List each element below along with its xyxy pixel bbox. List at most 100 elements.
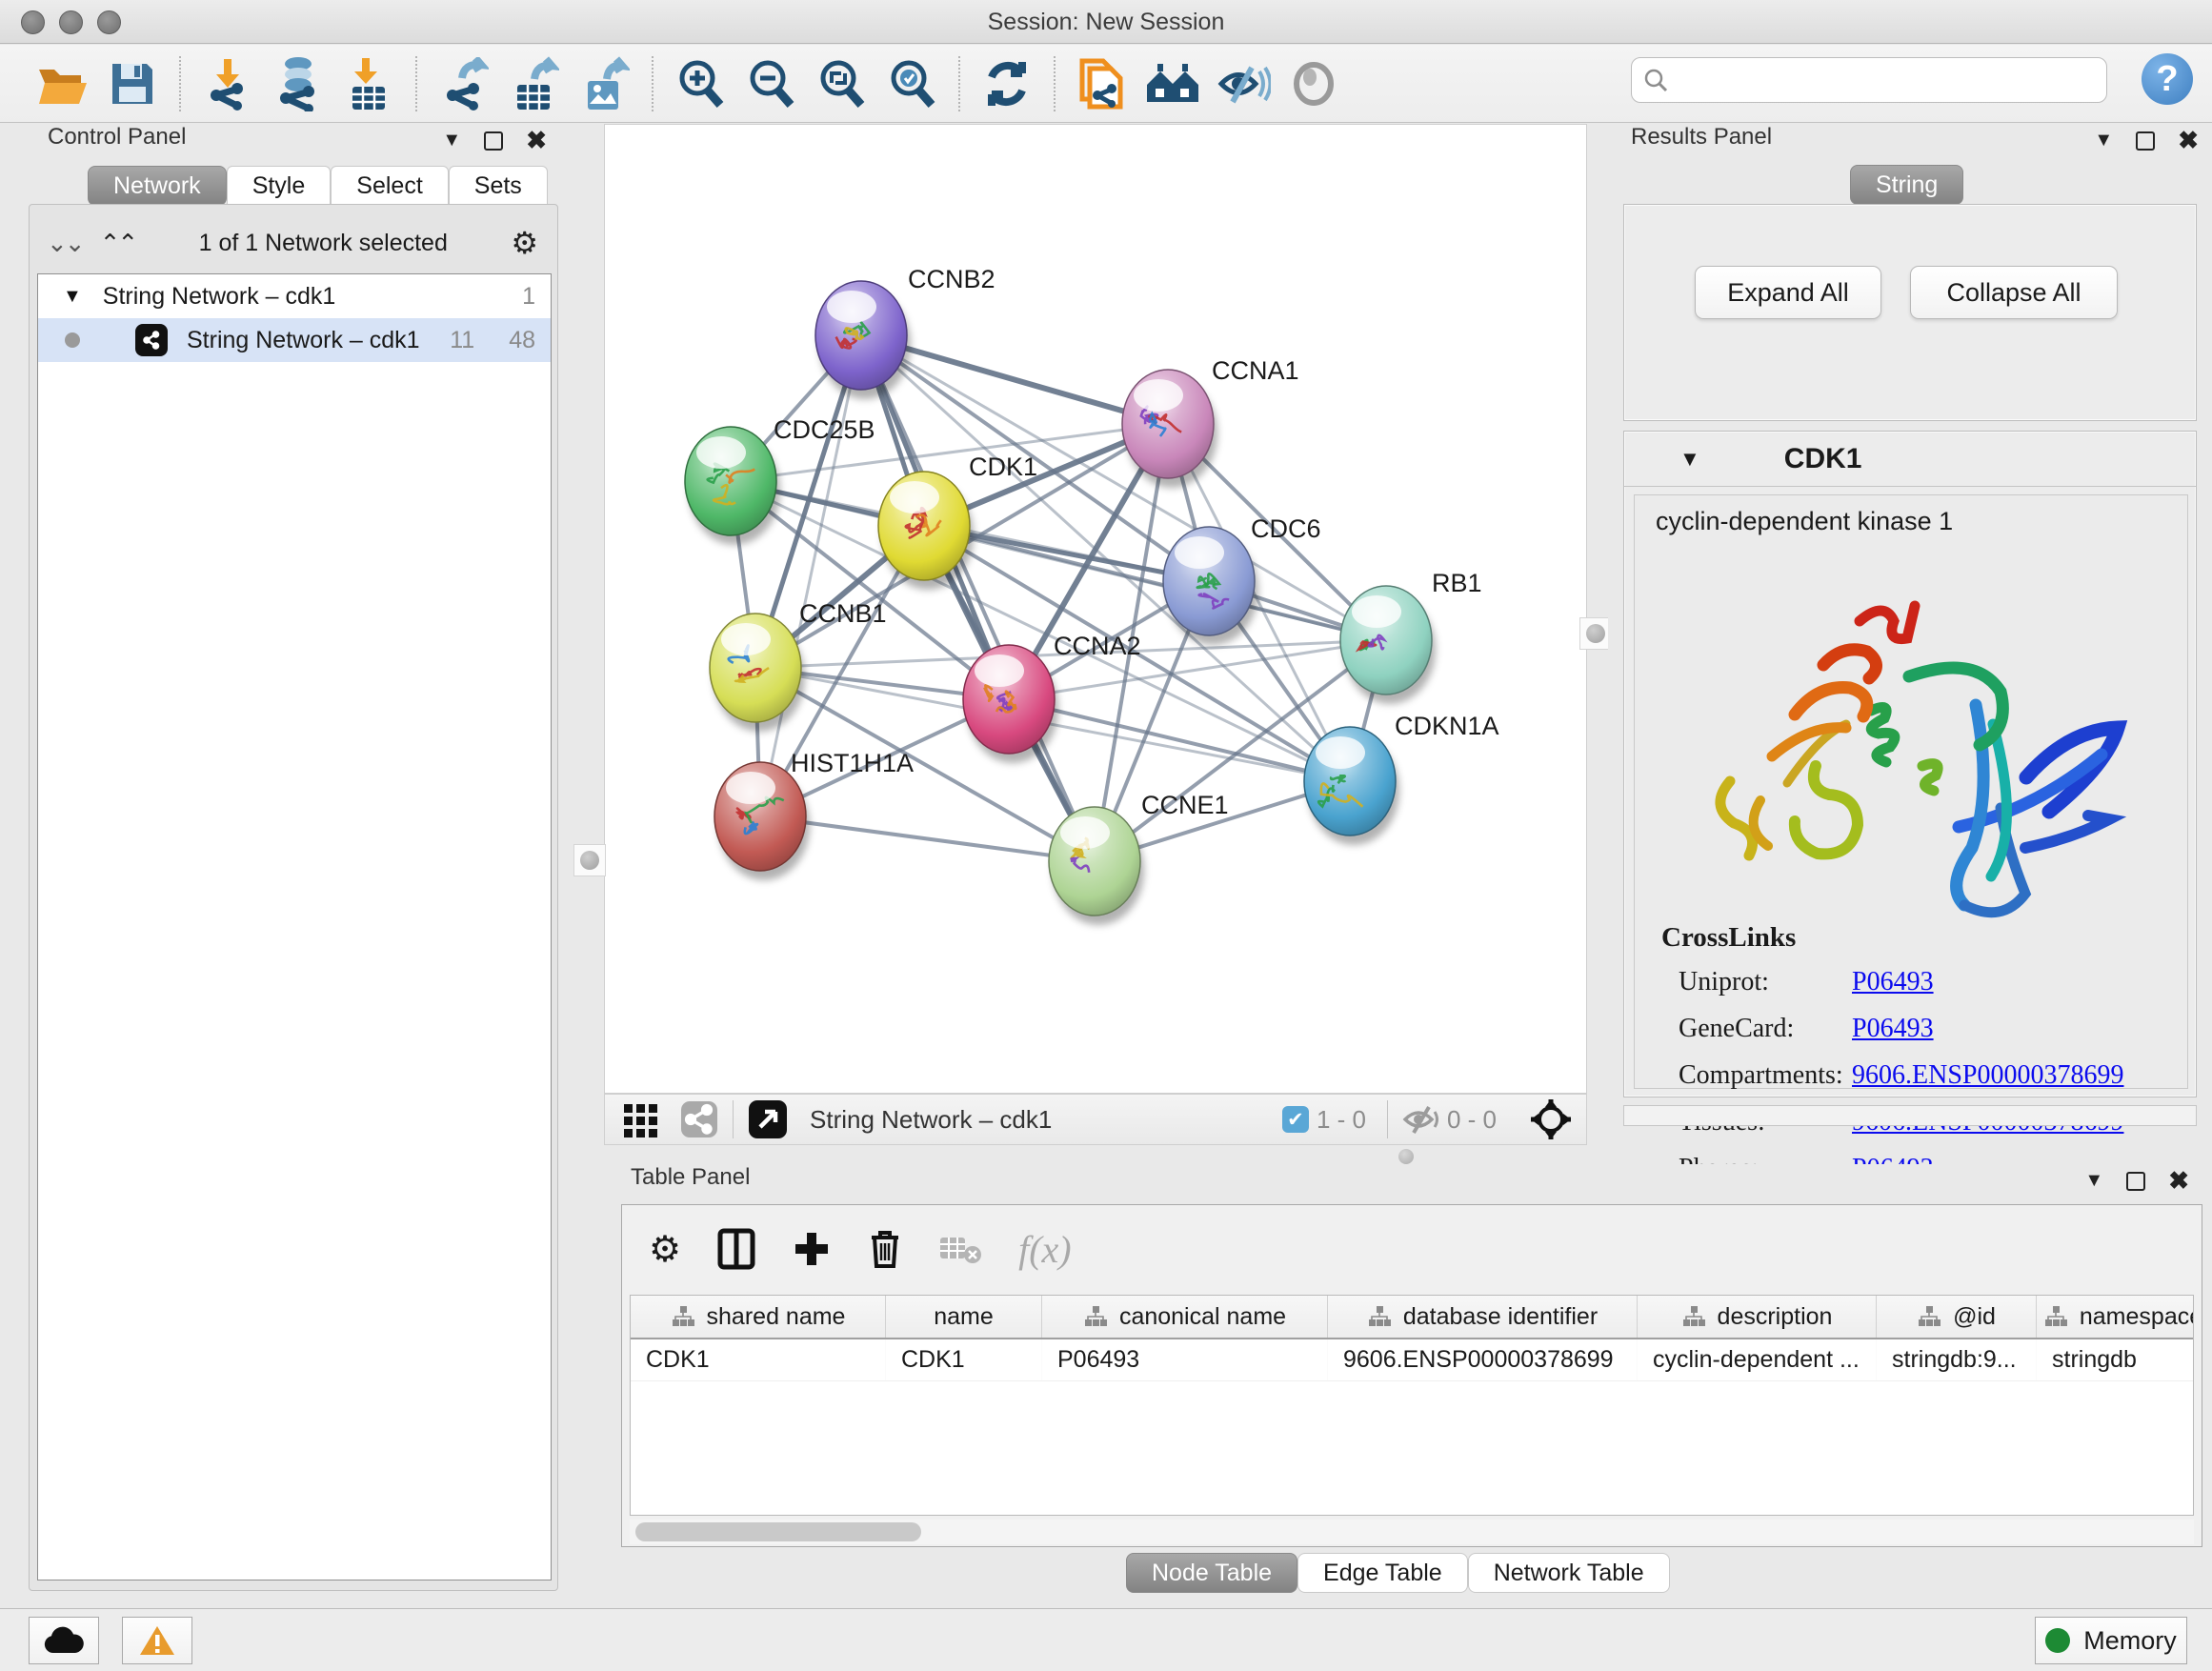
left-splitter-handle[interactable] [573, 844, 606, 876]
tab-network-table[interactable]: Network Table [1468, 1553, 1670, 1593]
import-network-button[interactable] [198, 54, 257, 113]
selected-checkbox-icon[interactable]: ✔ [1282, 1106, 1309, 1133]
expand-all-icon[interactable]: ⌃⌃ [100, 229, 136, 258]
tab-sets[interactable]: Sets [449, 166, 548, 206]
import-table-button[interactable] [339, 54, 398, 113]
add-column-icon[interactable] [792, 1229, 832, 1269]
zoom-fit-button[interactable] [812, 54, 871, 113]
network-node-rb1[interactable]: RB1 [1340, 569, 1482, 704]
collapse-all-button[interactable]: Collapse All [1910, 266, 2118, 319]
network-home-button[interactable] [1143, 54, 1202, 113]
zoom-out-button[interactable] [741, 54, 800, 113]
delete-column-icon[interactable] [868, 1228, 902, 1270]
maximize-panel-icon[interactable] [2136, 131, 2155, 151]
float-panel-icon[interactable]: ▼ [2084, 1170, 2103, 1192]
column-header-namespace[interactable]: namespace [2037, 1296, 2194, 1338]
grid-mode-icon[interactable] [620, 1098, 662, 1140]
float-panel-icon[interactable]: ▼ [442, 130, 461, 151]
birdseye-view-icon[interactable] [747, 1098, 789, 1140]
search-field[interactable] [1631, 57, 2107, 103]
network-edge[interactable] [760, 816, 1095, 861]
network-node-cdkn1a[interactable]: CDKN1A [1304, 712, 1499, 845]
export-network-button[interactable] [434, 54, 493, 113]
expand-all-button[interactable]: Expand All [1695, 266, 1881, 319]
crosslink-link[interactable]: P06493 [1852, 1014, 1934, 1044]
collapse-triangle-icon[interactable]: ▼ [63, 286, 82, 308]
network-node-cdc6[interactable]: CDC6 [1163, 514, 1321, 645]
maximize-panel-icon[interactable] [484, 131, 503, 151]
apply-layout-button[interactable] [977, 54, 1036, 113]
crosslink-link[interactable]: 9606.ENSP00000378699 [1852, 1060, 2123, 1091]
results-panel-scrollbar[interactable] [1623, 1105, 2197, 1126]
network-node-ccnb1[interactable]: CCNB1 [710, 599, 887, 732]
network-row-selected[interactable]: String Network – cdk1 11 48 [38, 318, 551, 362]
function-builder-icon-disabled: f(x) [1018, 1227, 1072, 1272]
collapse-all-icon[interactable]: ⌄⌄ [47, 229, 83, 258]
tab-network[interactable]: Network [88, 166, 227, 206]
houses-icon [1143, 60, 1202, 108]
network-node-ccne1[interactable]: CCNE1 [1049, 791, 1229, 925]
string-import-button[interactable] [1073, 54, 1132, 113]
maximize-panel-icon[interactable] [2126, 1172, 2145, 1191]
table-row[interactable]: CDK1CDK1P064939606.ENSP00000378699cyclin… [631, 1339, 2193, 1381]
column-header-canonical-name[interactable]: canonical name [1042, 1296, 1328, 1338]
export-table-button[interactable] [505, 54, 564, 113]
close-panel-icon[interactable]: ✖ [2168, 1166, 2189, 1196]
string-network-graph[interactable]: CCNB2CCNA1CDC25BCDK1CDC6RB1CCNB1CCNA2CDK… [605, 125, 1588, 1095]
column-header--id[interactable]: @id [1877, 1296, 2037, 1338]
column-header-shared-name[interactable]: shared name [631, 1296, 886, 1338]
close-panel-icon[interactable]: ✖ [526, 126, 547, 155]
zoom-in-button[interactable] [671, 54, 730, 113]
right-splitter-handle[interactable] [1579, 617, 1612, 650]
crosslink-link[interactable]: P06493 [1852, 967, 1934, 997]
open-session-button[interactable] [32, 54, 91, 113]
save-session-button[interactable] [103, 54, 162, 113]
export-network-icon [439, 57, 489, 111]
show-columns-icon[interactable] [717, 1228, 755, 1270]
float-panel-icon[interactable]: ▼ [2094, 130, 2113, 151]
export-image-button[interactable] [575, 54, 634, 113]
gene-section-header[interactable]: ▼ CDK1 [1624, 432, 2196, 487]
hide-panel-button[interactable] [1214, 54, 1273, 113]
help-button[interactable]: ? [2142, 53, 2193, 105]
network-edge[interactable] [760, 335, 861, 816]
network-edge[interactable] [861, 335, 1095, 861]
table-settings-gear-icon[interactable]: ⚙ [649, 1228, 681, 1271]
network-collection-row[interactable]: ▼ String Network – cdk1 1 [38, 274, 551, 318]
tab-style[interactable]: Style [227, 166, 332, 206]
node-label: CDC25B [774, 415, 875, 444]
network-view-canvas[interactable]: CCNB2CCNA1CDC25BCDK1CDC6RB1CCNB1CCNA2CDK… [604, 124, 1587, 1094]
zoom-selected-button[interactable] [882, 54, 941, 113]
column-header-database-identifier[interactable]: database identifier [1328, 1296, 1638, 1338]
network-options-gear-icon[interactable]: ⚙ [511, 225, 538, 261]
network-node-ccnb2[interactable]: CCNB2 [815, 265, 995, 399]
tab-edge-table[interactable]: Edge Table [1297, 1553, 1468, 1593]
network-mode-icon[interactable] [679, 1099, 719, 1139]
show-panel-button[interactable] [1284, 54, 1343, 113]
cloud-status-button[interactable] [29, 1617, 99, 1664]
tab-string[interactable]: String [1850, 165, 1963, 205]
crosshair-icon[interactable] [1529, 1097, 1573, 1141]
control-panel: Control Panel ▼ ✖ NetworkStyleSelectSets… [23, 124, 564, 1595]
horizontal-splitter-handle[interactable] [1398, 1149, 1414, 1164]
warning-status-button[interactable] [122, 1617, 192, 1664]
collapse-triangle-icon[interactable]: ▼ [1679, 447, 1700, 472]
column-header-description[interactable]: description [1638, 1296, 1877, 1338]
export-image-icon [580, 56, 630, 111]
hidden-eye-icon [1401, 1103, 1439, 1136]
node-label: CCNB2 [908, 265, 995, 293]
tab-node-table[interactable]: Node Table [1126, 1553, 1297, 1593]
close-panel-icon[interactable]: ✖ [2178, 126, 2199, 155]
node-table-grid[interactable]: shared namenamecanonical namedatabase id… [630, 1295, 2194, 1516]
network-node-hist1h1a[interactable]: HIST1H1A [714, 749, 914, 880]
delete-table-icon-disabled [938, 1232, 982, 1266]
column-header-name[interactable]: name [886, 1296, 1042, 1338]
memory-button[interactable]: Memory [2035, 1617, 2187, 1664]
search-input[interactable] [1668, 67, 2087, 93]
import-network-from-database-button[interactable] [269, 54, 328, 113]
table-horizontal-scrollbar[interactable] [630, 1520, 2194, 1544]
network-node-cdk1[interactable]: CDK1 [878, 453, 1037, 590]
network-type-icon [135, 324, 168, 356]
tab-select[interactable]: Select [331, 166, 448, 206]
network-node-cdc25b[interactable]: CDC25B [685, 415, 875, 545]
